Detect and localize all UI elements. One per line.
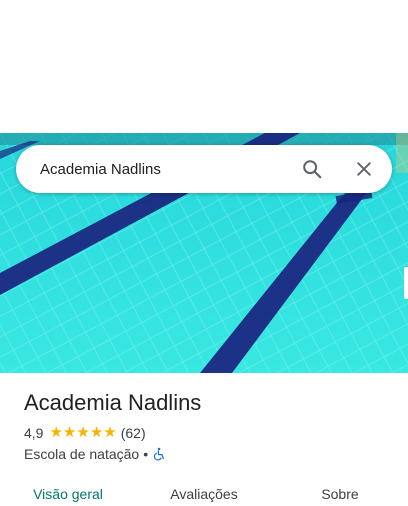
rating-value: 4,9: [24, 425, 44, 441]
star-rating: ★ ★ ★ ★ ★: [49, 425, 116, 441]
rating-row[interactable]: 4,9 ★ ★ ★ ★ ★ (62): [24, 425, 146, 442]
close-icon: [357, 162, 371, 176]
star-icon: ★: [103, 424, 117, 441]
place-category: Escola de natação: [24, 446, 140, 462]
search-icon: [303, 160, 322, 179]
tab-reviews[interactable]: Avaliações: [136, 476, 272, 506]
star-icon: ★: [89, 424, 104, 441]
search-input[interactable]: Academia Nadlins: [16, 161, 292, 178]
wheelchair-icon[interactable]: [152, 447, 166, 461]
place-title: Academia Nadlins: [24, 390, 202, 415]
tab-about[interactable]: Sobre: [272, 476, 408, 506]
star-icon: ★: [62, 424, 77, 441]
search-bar[interactable]: Academia Nadlins: [16, 145, 392, 193]
tab-overview[interactable]: Visão geral: [0, 476, 136, 506]
search-button[interactable]: [292, 149, 332, 189]
star-icon: ★: [76, 424, 90, 441]
review-count: (62): [120, 425, 146, 441]
place-tabs: Visão geral Avaliações Sobre: [0, 476, 408, 506]
star-icon: ★: [49, 424, 63, 441]
close-button[interactable]: [344, 149, 384, 189]
carousel-indicator: [404, 267, 408, 299]
separator: •: [143, 446, 149, 462]
category-row: Escola de natação •: [24, 446, 166, 462]
